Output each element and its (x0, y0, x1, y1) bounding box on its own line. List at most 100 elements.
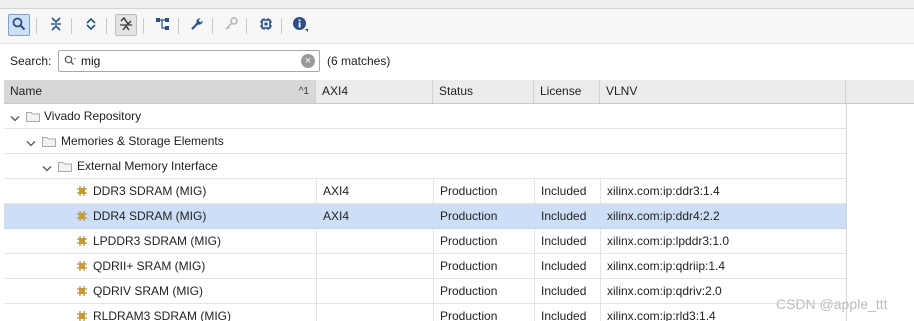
ip-core-icon (76, 310, 88, 321)
toolbar-separator (212, 18, 213, 34)
toolbar-separator (143, 18, 144, 34)
tree-row-memories-storage[interactable]: Memories & Storage Elements (4, 129, 846, 154)
column-divider (433, 229, 434, 253)
tree-node-label: Vivado Repository (44, 109, 142, 123)
table-row[interactable]: RLDRAM3 SDRAM (MIG) Production Included … (4, 304, 846, 321)
column-divider (534, 304, 535, 321)
ip-vlnv: xilinx.com:ip:lpddr3:1.0 (607, 234, 730, 248)
tree-row-vivado-repository[interactable]: Vivado Repository (4, 104, 846, 129)
column-header-axi4-label: AXI4 (322, 84, 349, 98)
toolbar-separator (281, 18, 282, 34)
search-toggle-button[interactable] (8, 14, 30, 36)
settings-button[interactable] (186, 14, 208, 36)
column-header-license[interactable]: License (534, 80, 600, 103)
chevron-down-icon[interactable] (26, 137, 36, 151)
ip-license: Included (541, 284, 587, 298)
ip-license: Included (541, 209, 587, 223)
table-row[interactable]: QDRII+ SRAM (MIG) Production Included xi… (4, 254, 846, 279)
ip-status: Production (440, 209, 498, 223)
ip-name: DDR3 SDRAM (MIG) (93, 184, 207, 198)
tree-node-label: Memories & Storage Elements (61, 134, 224, 148)
column-header-status-label: Status (439, 84, 474, 98)
toolbar (0, 9, 914, 44)
column-divider (433, 279, 434, 303)
ip-catalog-table: Vivado Repository Memories & Storage Ele… (4, 104, 847, 321)
ip-axi4: AXI4 (323, 209, 350, 223)
column-divider (534, 179, 535, 203)
collapse-all-button[interactable] (45, 14, 67, 36)
table-row[interactable]: QDRIV SRAM (MIG) Production Included xil… (4, 279, 846, 304)
top-strip (0, 0, 914, 9)
column-header-name-label: Name (10, 84, 43, 98)
column-divider (316, 279, 317, 303)
column-divider (600, 304, 601, 321)
hierarchy-button[interactable] (152, 14, 174, 36)
folder-icon (58, 161, 72, 175)
search-input[interactable] (81, 53, 291, 69)
ip-name: QDRII+ SRAM (MIG) (93, 259, 206, 273)
license-button[interactable] (220, 14, 242, 36)
wrench-icon (190, 17, 204, 34)
folder-icon (42, 136, 56, 150)
chevron-down-icon[interactable] (10, 112, 20, 126)
tree-row-external-memory[interactable]: External Memory Interface (4, 154, 846, 179)
collapse-all-icon (49, 16, 63, 34)
search-icon (12, 17, 26, 34)
column-header-vlnv[interactable]: VLNV (600, 80, 846, 103)
column-divider (316, 304, 317, 321)
ip-core-icon (76, 185, 88, 200)
column-header-name[interactable]: Name ^1 (4, 80, 316, 103)
ip-status: Production (440, 309, 498, 321)
column-divider (433, 179, 434, 203)
expand-collapse-button[interactable] (80, 14, 102, 36)
expand-collapse-icon (84, 17, 98, 34)
table-row[interactable]: DDR3 SDRAM (MIG) AXI4 Production Include… (4, 179, 846, 204)
ip-status: Production (440, 234, 498, 248)
ip-license: Included (541, 309, 587, 321)
info-button[interactable] (289, 14, 311, 36)
column-header-license-label: License (540, 84, 582, 98)
column-header-status[interactable]: Status (433, 80, 534, 103)
table-row[interactable]: LPDDR3 SDRAM (MIG) Production Included x… (4, 229, 846, 254)
chevron-down-icon[interactable] (42, 162, 52, 176)
ip-vlnv: xilinx.com:ip:ddr4:2.2 (607, 209, 720, 223)
filter-icon (119, 16, 133, 34)
column-header-axi4[interactable]: AXI4 (316, 80, 433, 103)
search-box[interactable]: × (58, 50, 320, 72)
ip-vlnv: xilinx.com:ip:ddr3:1.4 (607, 184, 720, 198)
ip-name: LPDDR3 SDRAM (MIG) (93, 234, 222, 248)
ip-name: RLDRAM3 SDRAM (MIG) (93, 309, 232, 321)
match-count: (6 matches) (327, 54, 391, 68)
device-button[interactable] (255, 14, 277, 36)
clear-search-button[interactable]: × (301, 54, 315, 68)
ip-license: Included (541, 259, 587, 273)
search-field-icon (64, 55, 78, 70)
folder-icon (26, 111, 40, 125)
ip-license: Included (541, 184, 587, 198)
ip-status: Production (440, 184, 498, 198)
toolbar-separator (71, 18, 72, 34)
ip-name: DDR4 SDRAM (MIG) (93, 209, 207, 223)
ip-core-icon (76, 260, 88, 275)
column-divider (316, 254, 317, 278)
column-divider (316, 179, 317, 203)
ip-core-icon (76, 285, 88, 300)
chip-icon (259, 17, 273, 34)
column-header-vlnv-label: VLNV (606, 84, 638, 98)
toolbar-separator (36, 18, 37, 34)
filter-button[interactable] (115, 14, 137, 36)
ip-vlnv: xilinx.com:ip:qdriv:2.0 (607, 284, 722, 298)
ip-vlnv: xilinx.com:ip:qdriip:1.4 (607, 259, 726, 273)
column-divider (433, 304, 434, 321)
ip-vlnv: xilinx.com:ip:rld3:1.4 (607, 309, 716, 321)
toolbar-separator (178, 18, 179, 34)
table-row-selected[interactable]: DDR4 SDRAM (MIG) AXI4 Production Include… (4, 204, 846, 229)
hierarchy-icon (155, 17, 171, 34)
watermark: CSDN @apple_ttt (776, 296, 888, 312)
info-icon (292, 16, 308, 35)
ip-core-icon (76, 210, 88, 225)
column-divider (600, 279, 601, 303)
column-divider (600, 254, 601, 278)
ip-status: Production (440, 284, 498, 298)
search-row: Search: × (6 matches) (0, 44, 914, 79)
